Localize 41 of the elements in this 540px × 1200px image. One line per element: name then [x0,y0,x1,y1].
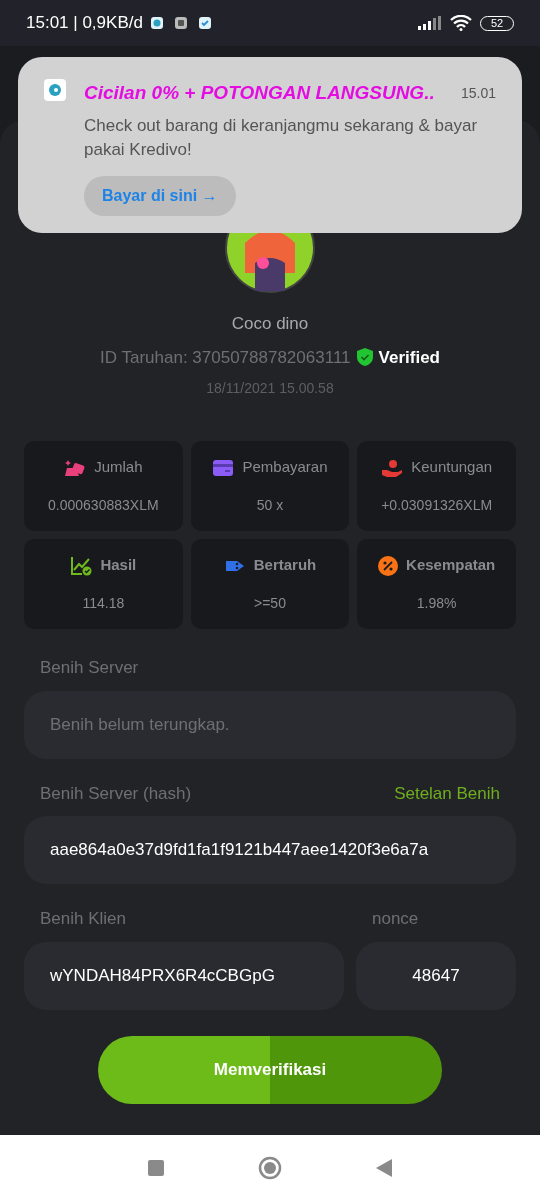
stat-value: +0.03091326XLM [381,495,493,515]
stat-label: Bertaruh [253,555,317,576]
app-icon [44,79,66,101]
user-name: Coco dino [231,313,309,335]
card-icon [212,458,235,477]
field-label: Benih Server [40,658,139,677]
stat-label: Pembayaran [242,457,328,478]
field-label: nonce [371,908,420,930]
seed-settings-link[interactable]: Setelan Benih [394,780,500,806]
shield-check-icon [356,348,373,367]
recents-icon[interactable] [148,1159,164,1176]
stat-value: 1.98% [416,593,457,613]
notification-card[interactable]: Cicilan 0% + POTONGAN LANGSUNG.. 15.01 Check out barang di keranjangmu sekarang & bayar pakai Kredivo! Bayar di sini → [18,57,522,233]
notification-time: 15.01 [460,83,496,103]
stat-label: Hasil [100,555,137,576]
stat-label: Keuntungan [411,457,493,478]
field-label: Benih Klien [39,908,127,930]
bet-id: ID Taruhan: 37050788782063111 [100,346,351,369]
stat-value: 114.18 [82,593,125,613]
status-time: 15:01 | 0,9KB/d [26,12,143,35]
home-icon[interactable] [258,1155,282,1180]
notification-title: Cicilan 0% + POTONGAN LANGSUNG.. [84,81,435,105]
stat-label: Jumlah [94,457,143,478]
field-label: Benih Server (hash) [40,782,192,805]
client-seed-field[interactable]: wYNDAH84PRX6R4cCBGpG [24,941,344,1010]
hand-coin-icon [381,457,404,478]
notification-body: Check out barang di keranjangmu sekarang & bayar pakai Kredivo! [84,114,479,161]
percent-icon [378,555,399,576]
server-seed-field[interactable]: Benih belum terungkap. [24,690,516,759]
bet-date: 18/11/2021 15.00.58 [206,379,334,398]
back-icon[interactable] [376,1158,392,1177]
stat-value: 0.000630883XLM [48,495,159,515]
server-hash-field[interactable]: aae864a0e37d9fd1fa1f9121b447aee1420f3e6a7a [24,816,516,884]
nonce-field[interactable]: 48647 [356,941,516,1010]
wifi-icon [450,15,472,31]
stat-label: Kesempatan [406,555,496,576]
signal-icon [418,16,442,30]
verified-label: Verified [378,346,440,369]
stat-value: >=50 [254,593,286,613]
chart-check-icon [70,555,93,576]
stat-value: 50 x [256,495,284,515]
